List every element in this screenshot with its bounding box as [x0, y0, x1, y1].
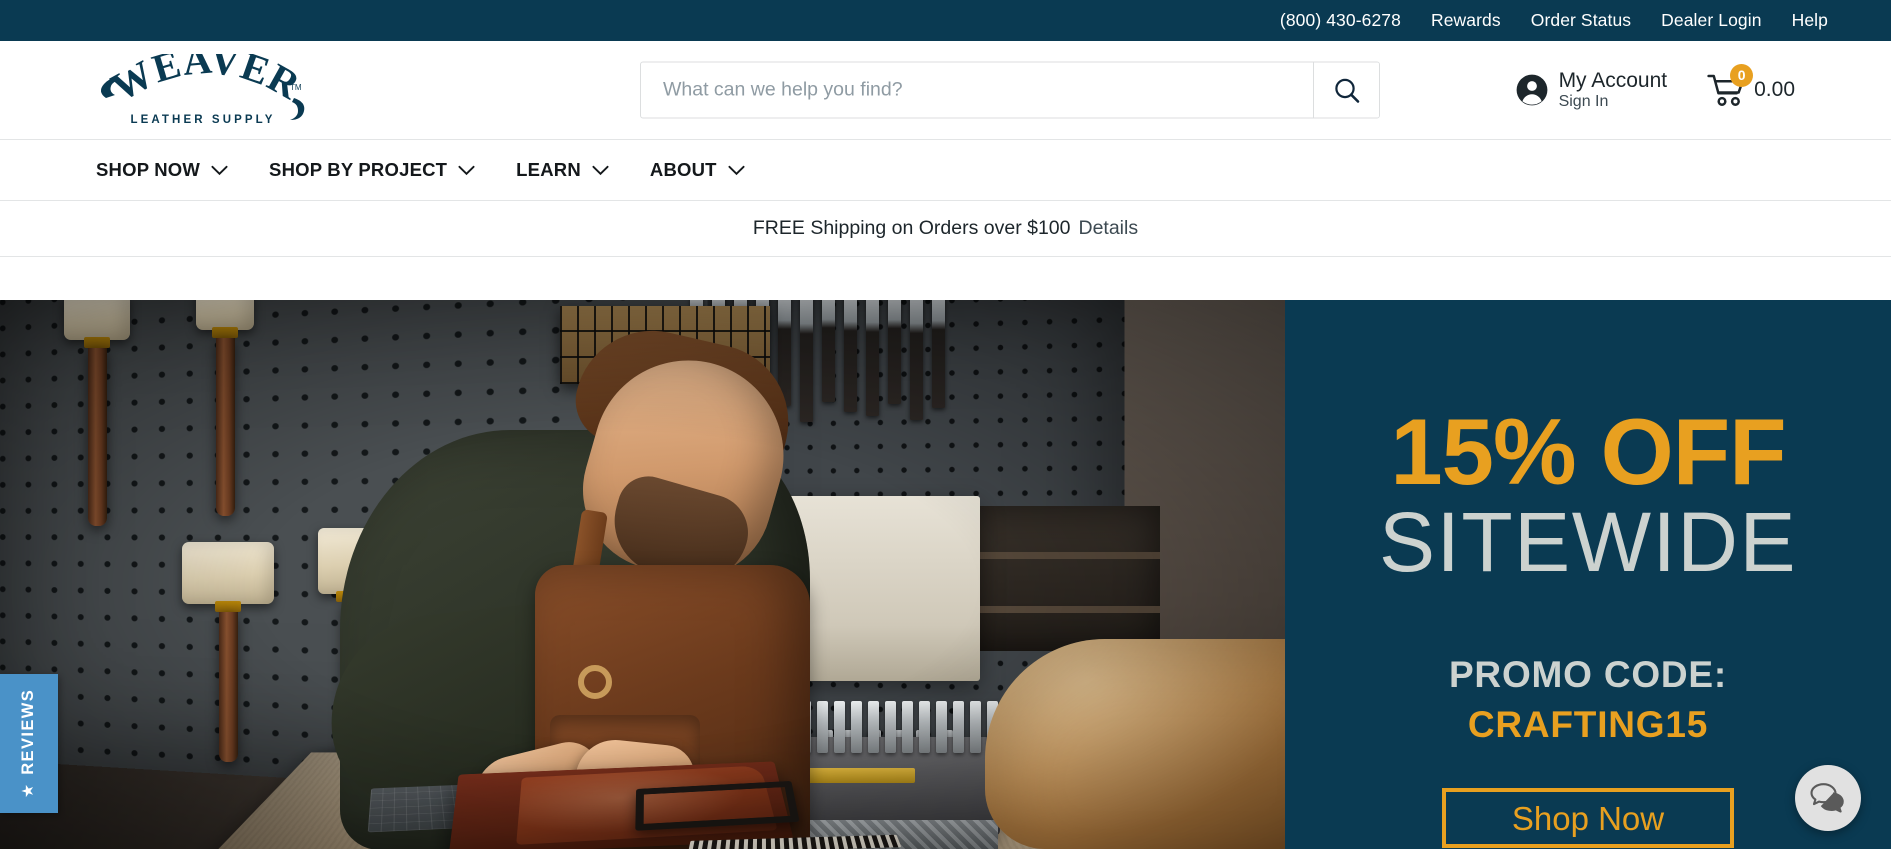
tan-leather-hide	[985, 639, 1285, 849]
hero-image	[0, 300, 1285, 849]
free-shipping-banner: FREE Shipping on Orders over $100 Detail…	[0, 201, 1891, 257]
account-title: My Account	[1558, 69, 1668, 93]
nav-item-about[interactable]: ABOUT	[650, 159, 764, 181]
help-link[interactable]: Help	[1777, 11, 1843, 30]
chat-bubbles-icon	[1810, 783, 1844, 813]
reviews-side-tab[interactable]: ★ REVIEWS	[0, 674, 58, 813]
content-spacer	[0, 257, 1891, 300]
nav-label: LEARN	[516, 159, 581, 180]
cart-total: 0.00	[1754, 78, 1795, 101]
rewards-link[interactable]: Rewards	[1416, 11, 1516, 30]
promo-discount: 15% OFF	[1390, 399, 1786, 504]
logo-trademark: TM	[290, 83, 302, 92]
promo-scope: SITEWIDE	[1378, 495, 1797, 590]
user-circle-icon	[1516, 74, 1547, 106]
cart-icon-wrapper: 0	[1707, 64, 1754, 107]
nav-label: SHOP BY PROJECT	[269, 159, 448, 180]
mallet-hanging-2	[196, 300, 254, 516]
order-status-link[interactable]: Order Status	[1516, 11, 1646, 30]
promo-code-value: CRAFTING15	[1467, 704, 1709, 746]
chevron-down-icon	[458, 165, 475, 175]
apron-ring	[578, 665, 612, 699]
star-icon: ★	[20, 783, 37, 799]
nav-item-learn[interactable]: LEARN	[516, 159, 628, 181]
my-account-link[interactable]: My Account Sign In	[1516, 69, 1668, 110]
nav-label: SHOP NOW	[96, 159, 201, 180]
nav-item-shop-now[interactable]: SHOP NOW	[96, 159, 247, 181]
brand-logo[interactable]: WEAVER TM LEATHER SUPPLY	[96, 54, 311, 126]
nav-label: ABOUT	[649, 159, 717, 180]
shipping-banner-text: FREE Shipping on Orders over $100	[752, 217, 1071, 239]
search-icon	[1334, 78, 1359, 103]
phone-link[interactable]: (800) 430-6278	[1265, 11, 1416, 30]
live-chat-button[interactable]	[1795, 765, 1861, 831]
logo-tagline: LEATHER SUPPLY	[130, 114, 275, 126]
site-header: WEAVER TM LEATHER SUPPLY What can we hel…	[0, 41, 1891, 140]
cart-link[interactable]: 0 0.00	[1707, 64, 1795, 107]
search-bar	[640, 61, 1380, 119]
chevron-down-icon	[592, 165, 609, 175]
svg-text:WEAVER: WEAVER	[104, 54, 309, 110]
mallet-hanging-1	[64, 300, 130, 526]
cart-count-badge: 0	[1730, 64, 1754, 87]
shipping-details-link[interactable]: Details	[1078, 217, 1138, 240]
top-utility-bar: (800) 430-6278 Rewards Order Status Deal…	[0, 0, 1891, 41]
search-input[interactable]	[641, 62, 1313, 118]
promo-code-label: PROMO CODE:	[1448, 654, 1728, 696]
hero-promo-panel: 15% OFF SITEWIDE PROMO CODE: CRAFTING15 …	[1285, 300, 1891, 849]
search-submit-button[interactable]	[1313, 62, 1379, 118]
shop-now-button[interactable]: Shop Now	[1442, 788, 1734, 849]
main-navigation: SHOP NOW SHOP BY PROJECT LEARN ABOUT	[0, 140, 1891, 201]
back-shelf	[960, 506, 1160, 651]
account-signin-label: Sign In	[1558, 92, 1609, 110]
header-account-area: My Account Sign In 0 0.00	[1516, 64, 1795, 110]
chevron-down-icon	[211, 165, 228, 175]
reviews-tab-label: REVIEWS	[19, 688, 38, 775]
hero-banner: 15% OFF SITEWIDE PROMO CODE: CRAFTING15 …	[0, 300, 1891, 849]
chevron-down-icon	[728, 165, 745, 175]
nav-item-shop-by-project[interactable]: SHOP BY PROJECT	[269, 159, 494, 181]
logo-swash-right	[290, 98, 305, 120]
mallet-hanging-3	[182, 542, 274, 762]
dealer-login-link[interactable]: Dealer Login	[1646, 11, 1776, 30]
